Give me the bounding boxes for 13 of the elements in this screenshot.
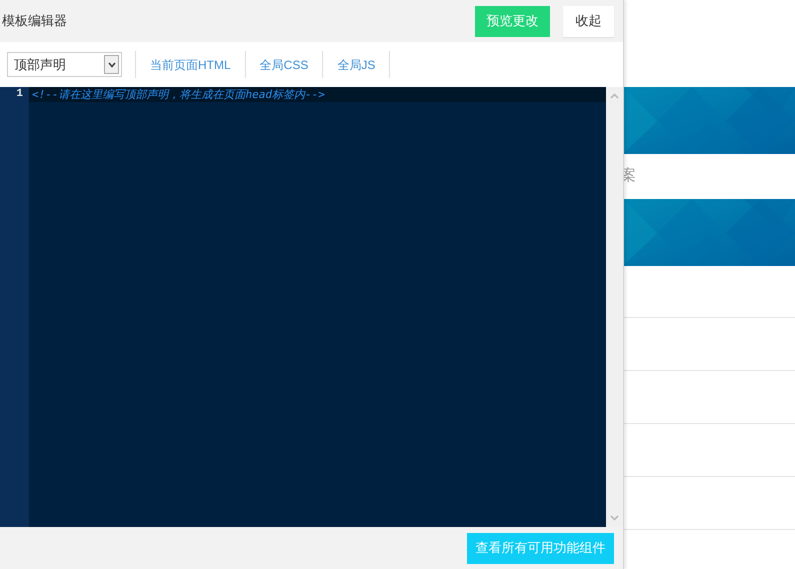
line-number: 1: [15, 87, 24, 102]
panel-title: 模板编辑器: [2, 12, 68, 30]
caret-icon: [104, 55, 119, 74]
preview-button[interactable]: 预览更改: [475, 6, 550, 36]
collapse-button[interactable]: 收起: [563, 6, 614, 36]
editor-tab-link[interactable]: 全局CSS: [246, 56, 322, 74]
code-comment: <!--请在这里编写顶部声明，将生成在页面head标签内-->: [32, 87, 325, 102]
section-dropdown[interactable]: 顶部声明: [7, 52, 122, 77]
scroll-up-icon[interactable]: [610, 93, 619, 99]
editor-tab-link[interactable]: 当前页面HTML: [136, 56, 245, 74]
components-button[interactable]: 查看所有可用功能组件: [467, 532, 614, 564]
editor-tab-link[interactable]: 全局JS: [323, 56, 390, 74]
scroll-down-icon[interactable]: [610, 515, 619, 521]
